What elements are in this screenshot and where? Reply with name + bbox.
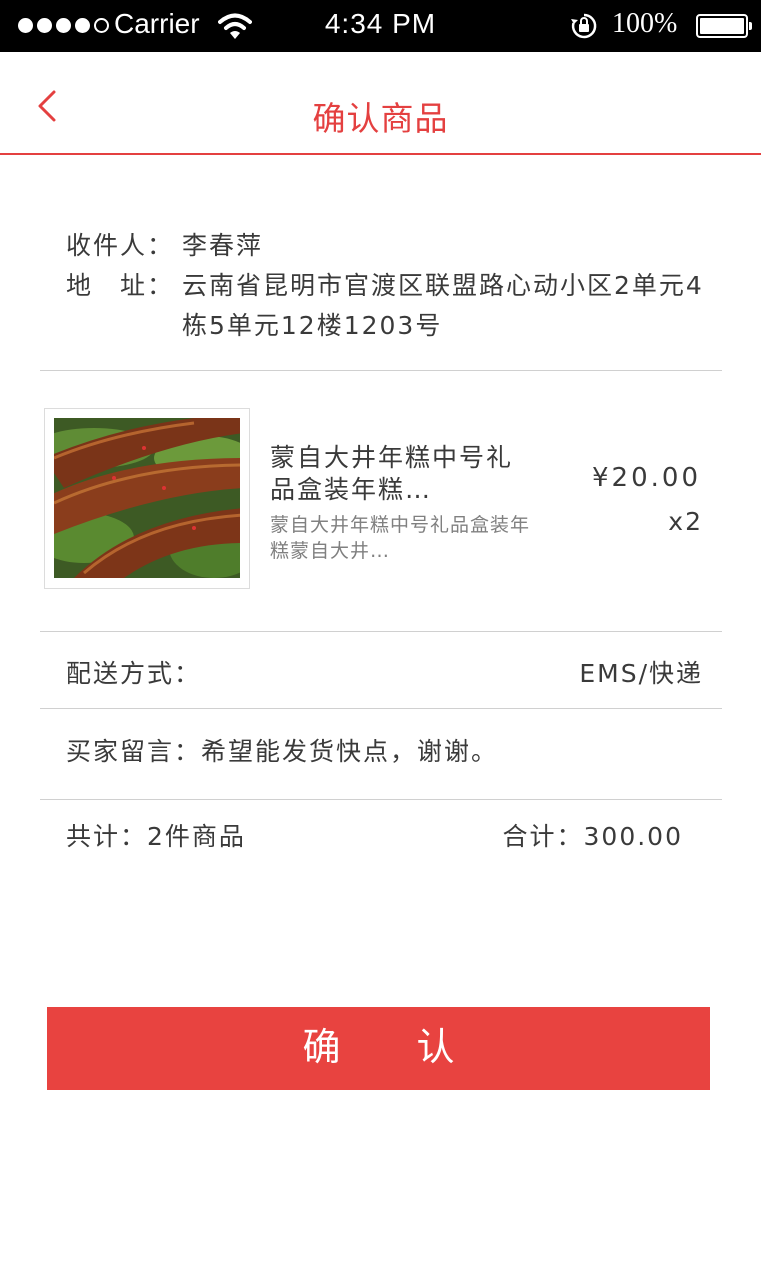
product-image[interactable] <box>44 408 250 589</box>
divider <box>40 631 722 632</box>
item-count-value: 2件商品 <box>147 822 246 851</box>
product-description: 蒙自大井年糕中号礼品盒装年糕蒙自大井… <box>270 514 531 562</box>
address-row: 地 址： 云南省昆明市官渡区联盟路心动小区2单元4栋5单元12楼1203号 <box>66 266 706 346</box>
buyer-message-row[interactable]: 买家留言：希望能发货快点，谢谢。 <box>66 732 498 768</box>
address-block: 收件人： 李春萍 地 址： 云南省昆明市官渡区联盟路心动小区2单元4栋5单元12… <box>66 226 706 346</box>
recipient-row: 收件人： 李春萍 <box>66 226 706 266</box>
divider <box>40 799 722 800</box>
divider <box>40 708 722 709</box>
product-quantity: x2 <box>668 507 703 536</box>
delivery-method[interactable]: EMS/快递 <box>579 654 703 690</box>
buyer-message-text: 希望能发货快点，谢谢。 <box>201 737 499 766</box>
nav-bar: 确认商品 <box>0 52 761 155</box>
product-photo <box>54 418 240 578</box>
divider <box>40 370 722 371</box>
order-total-label: 合计： <box>502 822 584 851</box>
status-bar: Carrier 4:34 PM 100% <box>0 0 761 52</box>
confirm-button[interactable]: 确 认 <box>47 1007 710 1090</box>
page-title: 确认商品 <box>312 99 449 138</box>
item-count-label: 共计： <box>66 822 148 851</box>
battery-icon <box>696 14 752 38</box>
battery-percent: 100% <box>612 8 678 39</box>
rotation-lock-icon <box>571 13 597 39</box>
recipient-label: 收件人： <box>66 231 175 260</box>
product-price: ¥20.00 <box>592 463 701 493</box>
buyer-message-label: 买家留言： <box>66 737 202 766</box>
confirm-button-label: 确 认 <box>302 1027 455 1069</box>
order-total-value: 300.00 <box>583 822 683 851</box>
item-count: 共计：2件商品 <box>66 817 246 853</box>
address-value: 云南省昆明市官渡区联盟路心动小区2单元4栋5单元12楼1203号 <box>182 271 704 340</box>
delivery-label: 配送方式： <box>66 659 202 688</box>
order-total: 合计：300.00 <box>503 817 684 853</box>
product-title[interactable]: 蒙自大井年糕中号礼品盒装年糕… <box>270 442 530 506</box>
recipient-name: 李春萍 <box>182 231 264 260</box>
address-label: 地 址： <box>66 271 175 300</box>
